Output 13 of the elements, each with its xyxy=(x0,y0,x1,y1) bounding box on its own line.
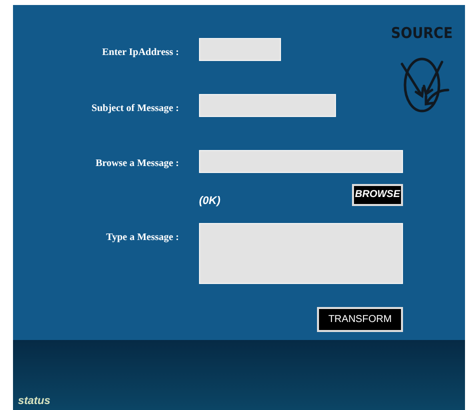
field-label: Type a Message : xyxy=(106,231,179,245)
file-size-text: (0K) xyxy=(199,194,220,209)
status-text: status xyxy=(18,394,50,408)
field-label: Browse a Message : xyxy=(96,157,179,171)
message-textarea[interactable] xyxy=(199,223,403,284)
field-label: Subject of Message : xyxy=(92,102,179,116)
input-field[interactable] xyxy=(199,150,403,173)
input-field[interactable] xyxy=(199,38,281,61)
input-field[interactable] xyxy=(199,94,336,117)
field-label: Enter IpAddress : xyxy=(102,46,179,60)
logo-text: SOURCE xyxy=(391,26,453,41)
transform-button[interactable]: TRANSFORM xyxy=(317,307,403,332)
browse-button[interactable]: BROWSE xyxy=(352,184,403,206)
